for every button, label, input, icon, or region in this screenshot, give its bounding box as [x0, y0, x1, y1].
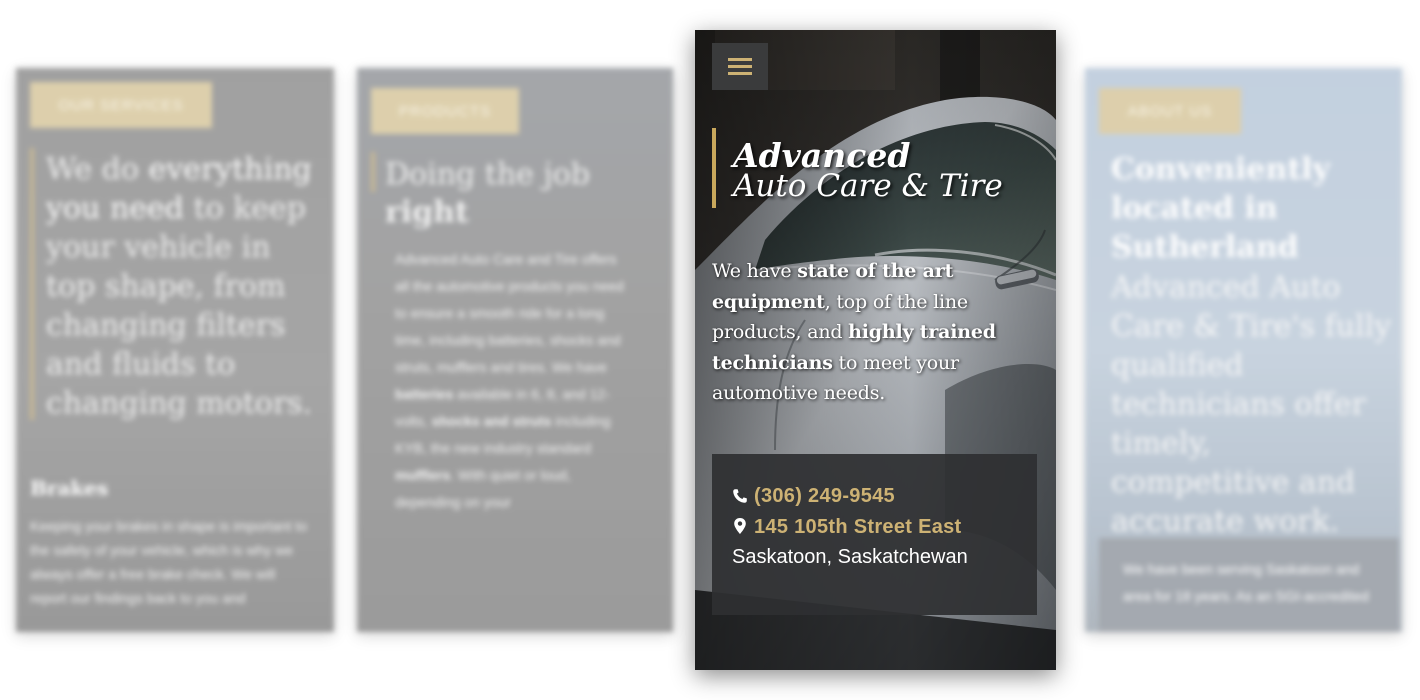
quote-bar	[30, 148, 34, 420]
about-box-text: We have been serving Saskatoon and area …	[1123, 561, 1369, 604]
products-pill: PRODUCTS	[371, 88, 519, 134]
brakes-paragraph: Keeping your brakes in shape is importan…	[30, 518, 308, 606]
map-marker-icon	[734, 518, 746, 534]
products-lead-bold: right	[385, 195, 469, 230]
menu-button[interactable]	[712, 43, 768, 90]
contact-box: (306) 249-9545 145 105th Street East Sas…	[712, 454, 1037, 615]
products-body-bold: mufflers	[395, 467, 451, 483]
services-lead: We do everything you need to keep your v…	[46, 150, 326, 423]
address-link[interactable]: 145 105th Street East	[732, 516, 962, 539]
about-screen-preview: ABOUT US Conveniently located in Sutherl…	[1085, 68, 1402, 632]
street-address: 145 105th Street East	[754, 516, 962, 538]
app-showcase: OUR SERVICES We do everything you need t…	[0, 0, 1420, 700]
services-pill: OUR SERVICES	[30, 82, 212, 128]
brand-accent-bar	[712, 128, 716, 208]
products-body-bold: shocks and struts	[431, 413, 552, 429]
intro-text: We have state of the art equipment, top …	[712, 256, 1022, 409]
about-pill: ABOUT US	[1099, 88, 1241, 134]
products-lead: Doing the job right	[385, 156, 665, 232]
products-body-text: Advanced Auto Care and Tire offers all t…	[395, 251, 624, 375]
city-province: Saskatoon, Saskatchewan	[732, 546, 968, 568]
phone-number: (306) 249-9545	[754, 485, 895, 507]
products-body-bold: batteries	[395, 386, 454, 402]
phone-link[interactable]: (306) 249-9545	[732, 485, 895, 508]
about-lead: Advanced Auto Care & Tire's fully qualif…	[1111, 270, 1392, 539]
about-heading: Conveniently located in Sutherland	[1111, 152, 1331, 265]
products-body: Advanced Auto Care and Tire offers all t…	[395, 246, 631, 516]
services-lead-text: We do	[46, 152, 149, 187]
phone-icon	[733, 489, 747, 503]
quote-bar	[371, 152, 375, 192]
services-screen-preview: OUR SERVICES We do everything you need t…	[16, 68, 334, 632]
hamburger-menu-icon	[728, 57, 752, 76]
brakes-heading: Brakes	[30, 476, 109, 500]
products-lead-text: Doing the job	[385, 157, 591, 192]
brand-tagline: Auto Care & Tire	[733, 168, 1003, 204]
home-screen: Advanced Auto Care & Tire We have state …	[695, 30, 1056, 670]
products-screen-preview: PRODUCTS Doing the job right Advanced Au…	[357, 68, 673, 632]
intro-text-part: We have	[712, 260, 798, 282]
